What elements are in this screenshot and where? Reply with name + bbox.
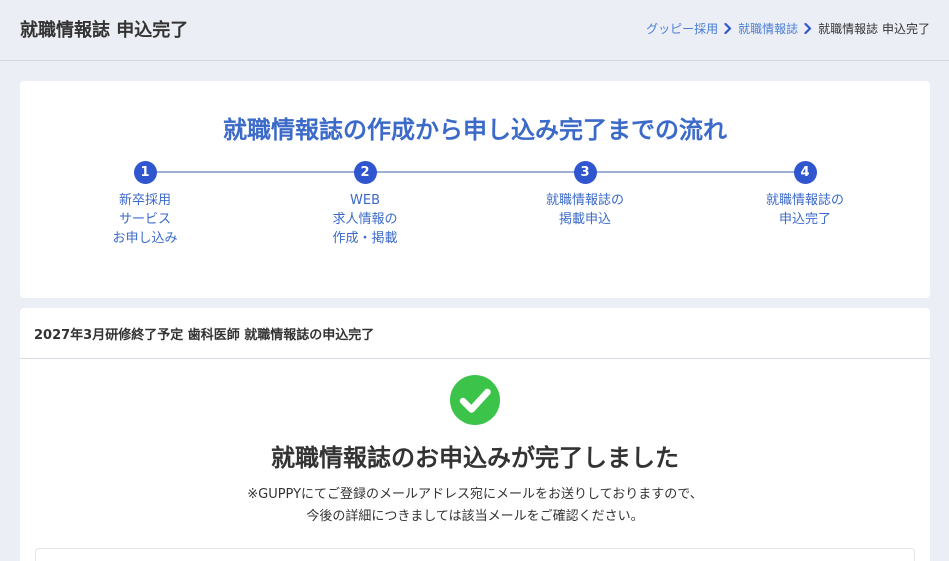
top-bar: 就職情報誌 申込完了 グッピー採用 就職情報誌 就職情報誌 申込完了 <box>0 0 949 61</box>
step-number-badge: 4 <box>793 161 817 184</box>
completion-heading: 就職情報誌のお申込みが完了しました <box>271 444 679 472</box>
details-box <box>35 548 915 561</box>
breadcrumb: グッピー採用 就職情報誌 就職情報誌 申込完了 <box>646 20 930 37</box>
step-number-badge: 3 <box>573 161 597 184</box>
check-circle-icon <box>450 375 500 425</box>
step-number-badge: 1 <box>133 161 157 184</box>
breadcrumb-link-magazine[interactable]: 就職情報誌 <box>738 20 798 37</box>
step-number-badge: 2 <box>353 161 377 184</box>
completion-card-title: 2027年3月研修終了予定 歯科医師 就職情報誌の申込完了 <box>34 328 375 343</box>
flow-step-3: 3 就職情報誌の 掲載申込 <box>525 161 645 229</box>
flow-step-1: 1 新卒採用 サービス お申し込み <box>85 161 205 248</box>
flow-title: 就職情報誌の作成から申し込み完了までの流れ <box>223 116 727 144</box>
page-title: 就職情報誌 申込完了 <box>20 20 189 41</box>
chevron-right-icon <box>720 22 736 36</box>
completion-card: 2027年3月研修終了予定 歯科医師 就職情報誌の申込完了 就職情報誌のお申込み… <box>20 308 930 561</box>
flow-card: 就職情報誌の作成から申し込み完了までの流れ 1 新卒採用 サービス お申し込み … <box>20 81 930 298</box>
step-label: 新卒採用 サービス お申し込み <box>112 193 178 246</box>
breadcrumb-current: 就職情報誌 申込完了 <box>818 22 930 36</box>
steps-connector-line <box>145 171 805 173</box>
completion-message: ※GUPPYにてご登録のメールアドレス宛にメールをお送りしておりますので、 今後… <box>247 487 703 524</box>
chevron-right-icon <box>800 22 816 36</box>
flow-step-4: 4 就職情報誌の 申込完了 <box>745 161 865 229</box>
flow-step-2: 2 WEB 求人情報の 作成・掲載 <box>305 161 425 248</box>
completion-card-header: 2027年3月研修終了予定 歯科医師 就職情報誌の申込完了 <box>20 308 930 359</box>
step-label: 就職情報誌の 申込完了 <box>765 193 844 227</box>
step-label: 就職情報誌の 掲載申込 <box>545 193 624 227</box>
breadcrumb-link-guppy[interactable]: グッピー採用 <box>646 20 718 37</box>
step-label: WEB 求人情報の 作成・掲載 <box>332 193 398 246</box>
